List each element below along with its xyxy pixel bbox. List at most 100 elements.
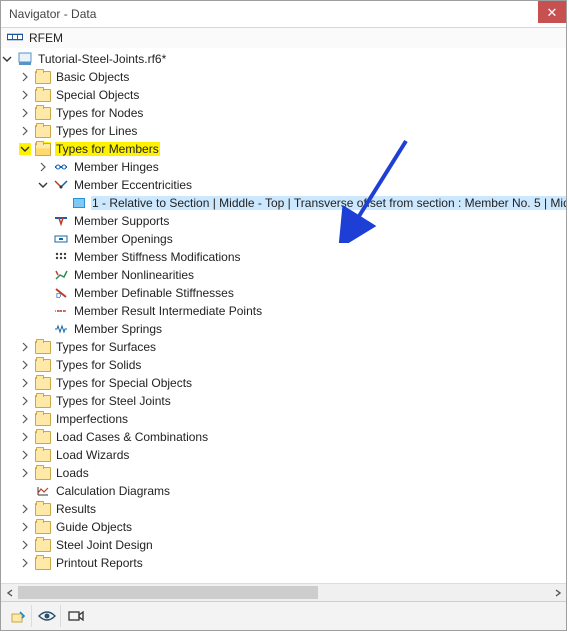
expand-icon[interactable] xyxy=(19,377,31,389)
folder-icon xyxy=(35,106,51,120)
tree-label: Types for Lines xyxy=(55,124,138,138)
tree-item-member-result-intermediate-points[interactable]: Member Result Intermediate Points xyxy=(37,302,566,320)
collapse-icon[interactable] xyxy=(37,179,49,191)
tree-label: Load Wizards xyxy=(55,448,130,462)
collapse-icon[interactable] xyxy=(1,53,13,65)
tree-item-member-openings[interactable]: Member Openings xyxy=(37,230,566,248)
folder-icon xyxy=(35,70,51,84)
tree-item-member-definable-stiffnesses[interactable]: D Member Definable Stiffnesses xyxy=(37,284,566,302)
tree-label: 1 - Relative to Section | Middle - Top |… xyxy=(91,196,566,210)
spring-icon xyxy=(53,322,69,336)
tree-item-results[interactable]: Results xyxy=(19,500,566,518)
expand-icon[interactable] xyxy=(19,449,31,461)
expand-icon[interactable] xyxy=(19,431,31,443)
scroll-track[interactable] xyxy=(18,584,549,601)
tree-item-types-for-solids[interactable]: Types for Solids xyxy=(19,356,566,374)
folder-icon xyxy=(35,556,51,570)
expand-icon[interactable] xyxy=(37,161,49,173)
tree-item-member-eccentricities[interactable]: Member Eccentricities xyxy=(37,176,566,194)
tree-label: Guide Objects xyxy=(55,520,133,534)
tree-item-types-for-lines[interactable]: Types for Lines xyxy=(19,122,566,140)
tree-item-calculation-diagrams[interactable]: Calculation Diagrams xyxy=(19,482,566,500)
tree-label: Printout Reports xyxy=(55,556,144,570)
folder-icon xyxy=(35,340,51,354)
expand-icon[interactable] xyxy=(19,359,31,371)
tree-label: Imperfections xyxy=(55,412,129,426)
expand-icon[interactable] xyxy=(19,107,31,119)
project-icon xyxy=(17,52,33,66)
tree-item-basic-objects[interactable]: Basic Objects xyxy=(19,68,566,86)
tree-item-types-for-surfaces[interactable]: Types for Surfaces xyxy=(19,338,566,356)
footer-toolbar xyxy=(1,601,566,630)
app-header: RFEM xyxy=(1,28,566,48)
svg-text:D: D xyxy=(56,293,61,299)
tree-label: Member Nonlinearities xyxy=(73,268,195,282)
tree-item-steel-joint-design[interactable]: Steel Joint Design xyxy=(19,536,566,554)
tree-label: Member Hinges xyxy=(73,160,160,174)
tree-item-load-wizards[interactable]: Load Wizards xyxy=(19,446,566,464)
item-icon xyxy=(71,196,87,210)
tree-item-printout-reports[interactable]: Printout Reports xyxy=(19,554,566,572)
expand-icon[interactable] xyxy=(19,413,31,425)
scroll-right-button[interactable] xyxy=(549,584,566,601)
app-icon xyxy=(7,31,23,45)
folder-icon xyxy=(35,124,51,138)
expand-icon[interactable] xyxy=(19,71,31,83)
eccentricity-icon xyxy=(53,178,69,192)
tree-item-load-cases-combinations[interactable]: Load Cases & Combinations xyxy=(19,428,566,446)
tree-label: Calculation Diagrams xyxy=(55,484,171,498)
scroll-thumb[interactable] xyxy=(18,586,318,599)
window-title: Navigator - Data xyxy=(9,7,96,21)
definable-stiffness-icon: D xyxy=(53,286,69,300)
horizontal-scrollbar[interactable] xyxy=(1,583,566,601)
tree-item-types-for-special-objects[interactable]: Types for Special Objects xyxy=(19,374,566,392)
tree-item-member-stiffness-modifications[interactable]: Member Stiffness Modifications xyxy=(37,248,566,266)
tree-label: Basic Objects xyxy=(55,70,130,84)
project-root[interactable]: Tutorial-Steel-Joints.rf6* xyxy=(1,50,566,68)
tree-item-member-hinges[interactable]: Member Hinges xyxy=(37,158,566,176)
expand-icon[interactable] xyxy=(19,521,31,533)
tree-item-special-objects[interactable]: Special Objects xyxy=(19,86,566,104)
stiffness-mod-icon xyxy=(53,250,69,264)
titlebar: Navigator - Data ✕ xyxy=(1,1,566,28)
expand-icon[interactable] xyxy=(19,89,31,101)
tree-label: Member Stiffness Modifications xyxy=(73,250,242,264)
footer-button-view[interactable] xyxy=(34,605,61,627)
folder-icon xyxy=(35,502,51,516)
folder-icon xyxy=(35,448,51,462)
tree-label: Member Definable Stiffnesses xyxy=(73,286,235,300)
tree-item-imperfections[interactable]: Imperfections xyxy=(19,410,566,428)
tree-label: Types for Steel Joints xyxy=(55,394,172,408)
expand-icon[interactable] xyxy=(19,503,31,515)
footer-button-camera[interactable] xyxy=(63,605,89,627)
tree-item-loads[interactable]: Loads xyxy=(19,464,566,482)
tree-label: Member Eccentricities xyxy=(73,178,193,192)
tree-item-member-springs[interactable]: Member Springs xyxy=(37,320,566,338)
expand-icon[interactable] xyxy=(19,125,31,137)
project-name: Tutorial-Steel-Joints.rf6* xyxy=(37,52,167,66)
folder-icon xyxy=(35,466,51,480)
tree-item-types-for-members[interactable]: Types for Members xyxy=(19,140,566,158)
tree-item-member-supports[interactable]: Member Supports xyxy=(37,212,566,230)
tree-item-types-for-nodes[interactable]: Types for Nodes xyxy=(19,104,566,122)
tree-item-guide-objects[interactable]: Guide Objects xyxy=(19,518,566,536)
tree-label: Load Cases & Combinations xyxy=(55,430,209,444)
tree-label: Results xyxy=(55,502,97,516)
close-button[interactable]: ✕ xyxy=(538,1,566,23)
folder-icon xyxy=(35,376,51,390)
footer-button-data[interactable] xyxy=(5,605,32,627)
folder-icon xyxy=(35,412,51,426)
tree-item-types-for-steel-joints[interactable]: Types for Steel Joints xyxy=(19,392,566,410)
expand-icon[interactable] xyxy=(19,467,31,479)
folder-icon xyxy=(35,430,51,444)
scroll-left-button[interactable] xyxy=(1,584,18,601)
expand-icon[interactable] xyxy=(19,395,31,407)
expand-icon[interactable] xyxy=(19,341,31,353)
expand-icon[interactable] xyxy=(19,557,31,569)
support-icon xyxy=(53,214,69,228)
expand-icon[interactable] xyxy=(19,539,31,551)
tree-item-member-nonlinearities[interactable]: Member Nonlinearities xyxy=(37,266,566,284)
collapse-icon[interactable] xyxy=(19,143,31,155)
tree-item-eccentricity-1[interactable]: 1 - Relative to Section | Middle - Top |… xyxy=(55,194,566,212)
tree-label: Types for Surfaces xyxy=(55,340,157,354)
